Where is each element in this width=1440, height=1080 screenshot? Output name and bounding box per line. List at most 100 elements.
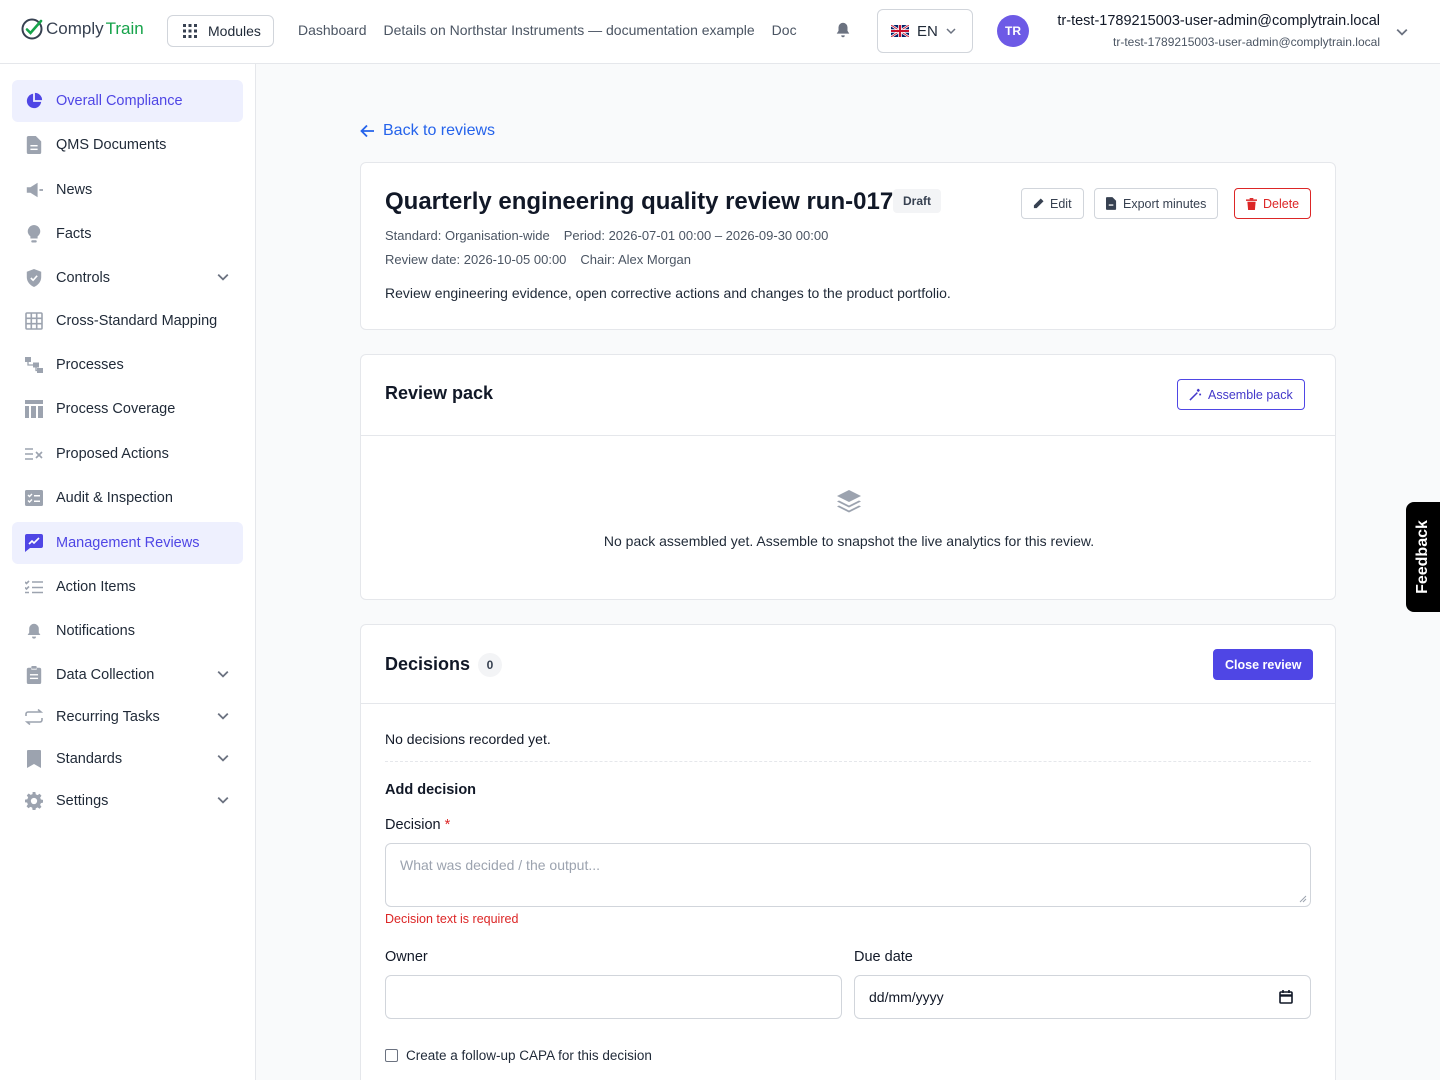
chevron-down-icon — [217, 796, 229, 804]
sidebar-item-label: Notifications — [56, 623, 135, 639]
sidebar-item-label: Action Items — [56, 579, 136, 595]
add-decision-heading: Add decision — [385, 782, 477, 798]
calendar-icon[interactable] — [1279, 990, 1293, 1004]
chevron-down-icon — [217, 754, 229, 762]
pencil-icon — [1033, 198, 1044, 209]
user-avatar[interactable]: TR — [997, 15, 1029, 47]
gear-icon — [24, 791, 44, 811]
decisions-title: Decisions — [385, 654, 471, 674]
sidebar-item-action-items[interactable]: Action Items — [12, 566, 243, 608]
export-minutes-label: Export minutes — [1123, 196, 1207, 211]
resize-handle-icon[interactable] — [1299, 895, 1307, 903]
sidebar-item-management-reviews[interactable]: Management Reviews — [12, 522, 243, 564]
sidebar-item-label: Facts — [56, 226, 92, 242]
close-review-label: Close review — [1225, 657, 1302, 672]
back-to-reviews-link[interactable]: Back to reviews — [360, 122, 495, 140]
sidebar-item-standards[interactable]: Standards — [12, 738, 243, 780]
lightbulb-icon — [24, 224, 44, 244]
required-asterisk: * — [444, 817, 451, 833]
arrow-left-icon — [360, 124, 374, 138]
sidebar-item-notifications[interactable]: Notifications — [12, 610, 243, 652]
top-header: Comply Train Modules Dashboard Details on … — [0, 0, 1440, 64]
capa-checkbox-label[interactable]: Create a follow-up CAPA for this decisio… — [406, 1048, 652, 1063]
sidebar-item-label: Recurring Tasks — [56, 709, 160, 725]
export-minutes-button[interactable]: Export minutes — [1094, 188, 1219, 219]
shield-icon — [24, 268, 44, 288]
due-date-input[interactable]: dd/mm/yyyy — [854, 975, 1311, 1019]
sidebar-item-qms-documents[interactable]: QMS Documents — [12, 124, 243, 166]
sidebar-item-label: Settings — [56, 793, 109, 809]
pack-empty-message: No pack assembled yet. Assemble to snaps… — [603, 533, 1095, 549]
nav-documents[interactable]: Doc — [772, 22, 797, 38]
sidebar-item-processes[interactable]: Processes — [12, 344, 243, 386]
feedback-tab[interactable]: Feedback — [1406, 502, 1440, 612]
chevron-down-icon — [217, 670, 229, 678]
sidebar-item-overall-compliance[interactable]: Overall Compliance — [12, 80, 243, 122]
standard-text: Standard: Organisation-wide — [385, 228, 550, 243]
uk-flag-icon — [891, 25, 909, 37]
repeat-icon — [24, 707, 44, 727]
bell-icon — [24, 621, 44, 641]
top-navigation: Dashboard Details on Northstar Instrument… — [298, 22, 826, 38]
table-icon — [24, 399, 44, 419]
sidebar-item-label: Proposed Actions — [56, 446, 169, 462]
period-text: Period: 2026-07-01 00:00 – 2026-09-30 00… — [563, 228, 829, 243]
due-date-field-label: Due date — [854, 949, 913, 965]
edit-button[interactable]: Edit — [1021, 188, 1084, 219]
sidebar-item-label: Audit & Inspection — [56, 490, 173, 506]
sidebar-item-recurring-tasks[interactable]: Recurring Tasks — [12, 696, 243, 738]
status-badge: Draft — [893, 189, 942, 213]
sidebar-item-label: Management Reviews — [56, 535, 200, 551]
decision-label-text: Decision — [385, 817, 441, 833]
sidebar-item-label: News — [56, 182, 93, 198]
feedback-label: Feedback — [1414, 520, 1431, 594]
sidebar-item-news[interactable]: News — [12, 169, 243, 211]
chevron-down-icon — [217, 712, 229, 720]
owner-input[interactable] — [385, 975, 842, 1019]
capa-checkbox[interactable] — [385, 1049, 398, 1062]
sidebar-item-label: QMS Documents — [56, 137, 167, 153]
notifications-bell-icon[interactable] — [834, 21, 852, 39]
brand-name-part2: Train — [105, 19, 144, 38]
modules-button[interactable]: Modules — [167, 15, 274, 47]
decision-textarea[interactable]: What was decided / the output... — [385, 843, 1311, 907]
sidebar: Overall Compliance QMS Documents News Fa… — [0, 64, 256, 1080]
sidebar-item-data-collection[interactable]: Data Collection — [12, 654, 243, 696]
chart-box-icon — [24, 533, 44, 553]
grid-icon — [24, 311, 44, 331]
edit-label: Edit — [1050, 196, 1072, 211]
delete-button[interactable]: Delete — [1234, 188, 1312, 219]
list-check-icon — [24, 444, 44, 464]
apps-grid-icon — [183, 24, 197, 38]
decision-placeholder: What was decided / the output... — [400, 857, 601, 873]
decisions-count-badge: 0 — [478, 653, 502, 677]
sidebar-item-process-coverage[interactable]: Process Coverage — [12, 388, 243, 430]
sidebar-item-label: Cross-Standard Mapping — [56, 313, 218, 329]
review-date-text: Review date: 2026-10-05 00:00 — [385, 252, 567, 267]
document-icon — [24, 135, 44, 155]
sidebar-item-label: Processes — [56, 357, 124, 373]
decision-field-label: Decision * — [385, 817, 450, 833]
sidebar-item-cross-standard-mapping[interactable]: Cross-Standard Mapping — [12, 300, 243, 342]
sidebar-item-audit-inspection[interactable]: Audit & Inspection — [12, 477, 243, 519]
close-review-button[interactable]: Close review — [1213, 649, 1314, 680]
user-menu-chevron-icon[interactable] — [1396, 26, 1408, 38]
nav-company-details[interactable]: Details on Northstar Instruments — docum… — [384, 22, 755, 38]
user-email: tr-test-1789215003-user-admin@complytrai… — [1113, 35, 1380, 49]
assemble-pack-label: Assemble pack — [1208, 387, 1293, 402]
language-selector[interactable]: EN — [877, 9, 973, 53]
sidebar-item-controls[interactable]: Controls — [12, 257, 243, 299]
sidebar-item-label: Controls — [56, 270, 110, 286]
task-list-icon — [24, 577, 44, 597]
brand-name-part1: Comply — [46, 19, 104, 38]
sidebar-item-label: Process Coverage — [56, 401, 176, 417]
assemble-pack-button[interactable]: Assemble pack — [1177, 379, 1305, 410]
decision-error-message: Decision text is required — [385, 912, 519, 926]
review-title: Quarterly engineering quality review run… — [385, 188, 894, 215]
sidebar-item-facts[interactable]: Facts — [12, 213, 243, 255]
app-logo[interactable]: Comply Train — [20, 17, 144, 41]
review-meta-row-2: Review date: 2026-10-05 00:00 Chair: Alex… — [385, 252, 705, 267]
nav-dashboard[interactable]: Dashboard — [298, 22, 367, 38]
sidebar-item-settings[interactable]: Settings — [12, 780, 243, 822]
sidebar-item-proposed-actions[interactable]: Proposed Actions — [12, 433, 243, 475]
